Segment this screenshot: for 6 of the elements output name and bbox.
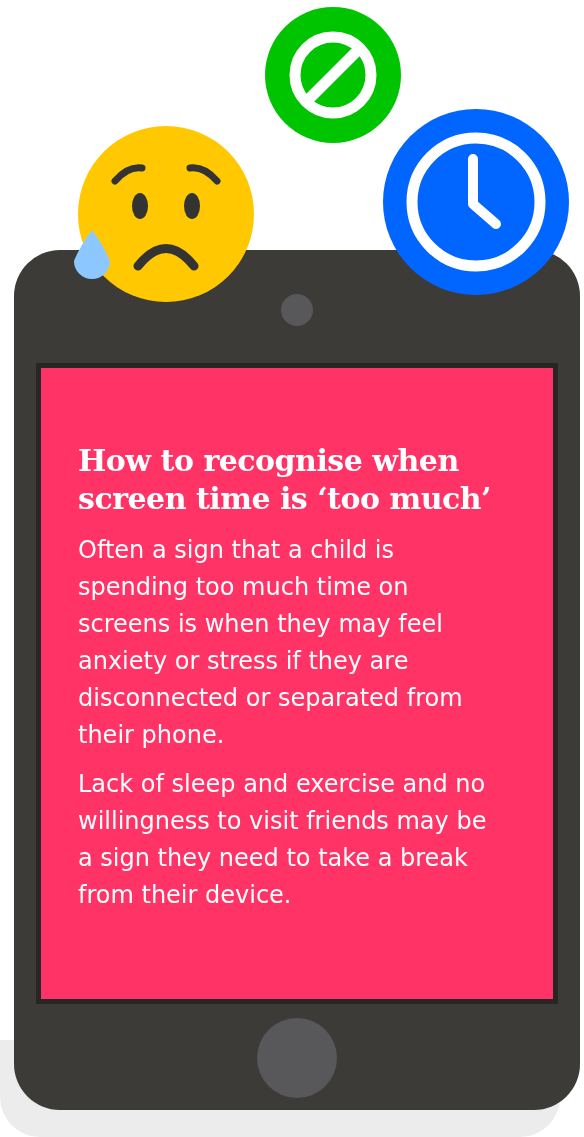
clock-icon (383, 109, 569, 295)
body-text: Lack of sleep and exercise and no willingness to visit friends may be a sign they need to take a break from their device. (78, 769, 488, 911)
card-title: How to recognise when screen time is ‘too much’ (78, 442, 492, 518)
body-text: Often a sign that a child is spending too much time on screens is when they may feel anxiety or stress if they are disconnected or separated from their phone. (78, 535, 464, 751)
camera-icon (281, 294, 313, 326)
ban-icon (265, 7, 401, 143)
